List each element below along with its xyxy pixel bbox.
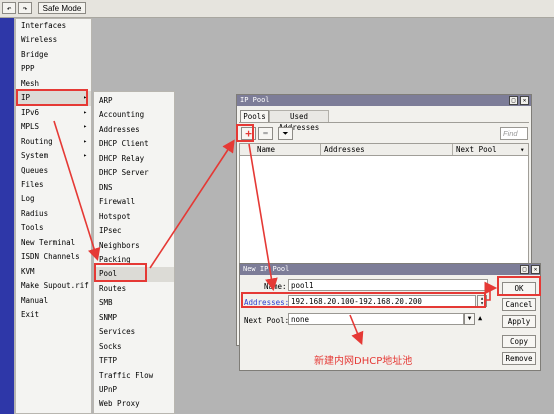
annotation-arrows: [53, 120, 498, 345]
arrow-to-ok: [484, 281, 498, 301]
arrow-ip-to-pool: [53, 120, 101, 262]
arrow-pool-to-window: [149, 139, 235, 269]
arrow-add-to-dialog: [248, 143, 278, 292]
arrow-to-annotation: [349, 314, 364, 345]
